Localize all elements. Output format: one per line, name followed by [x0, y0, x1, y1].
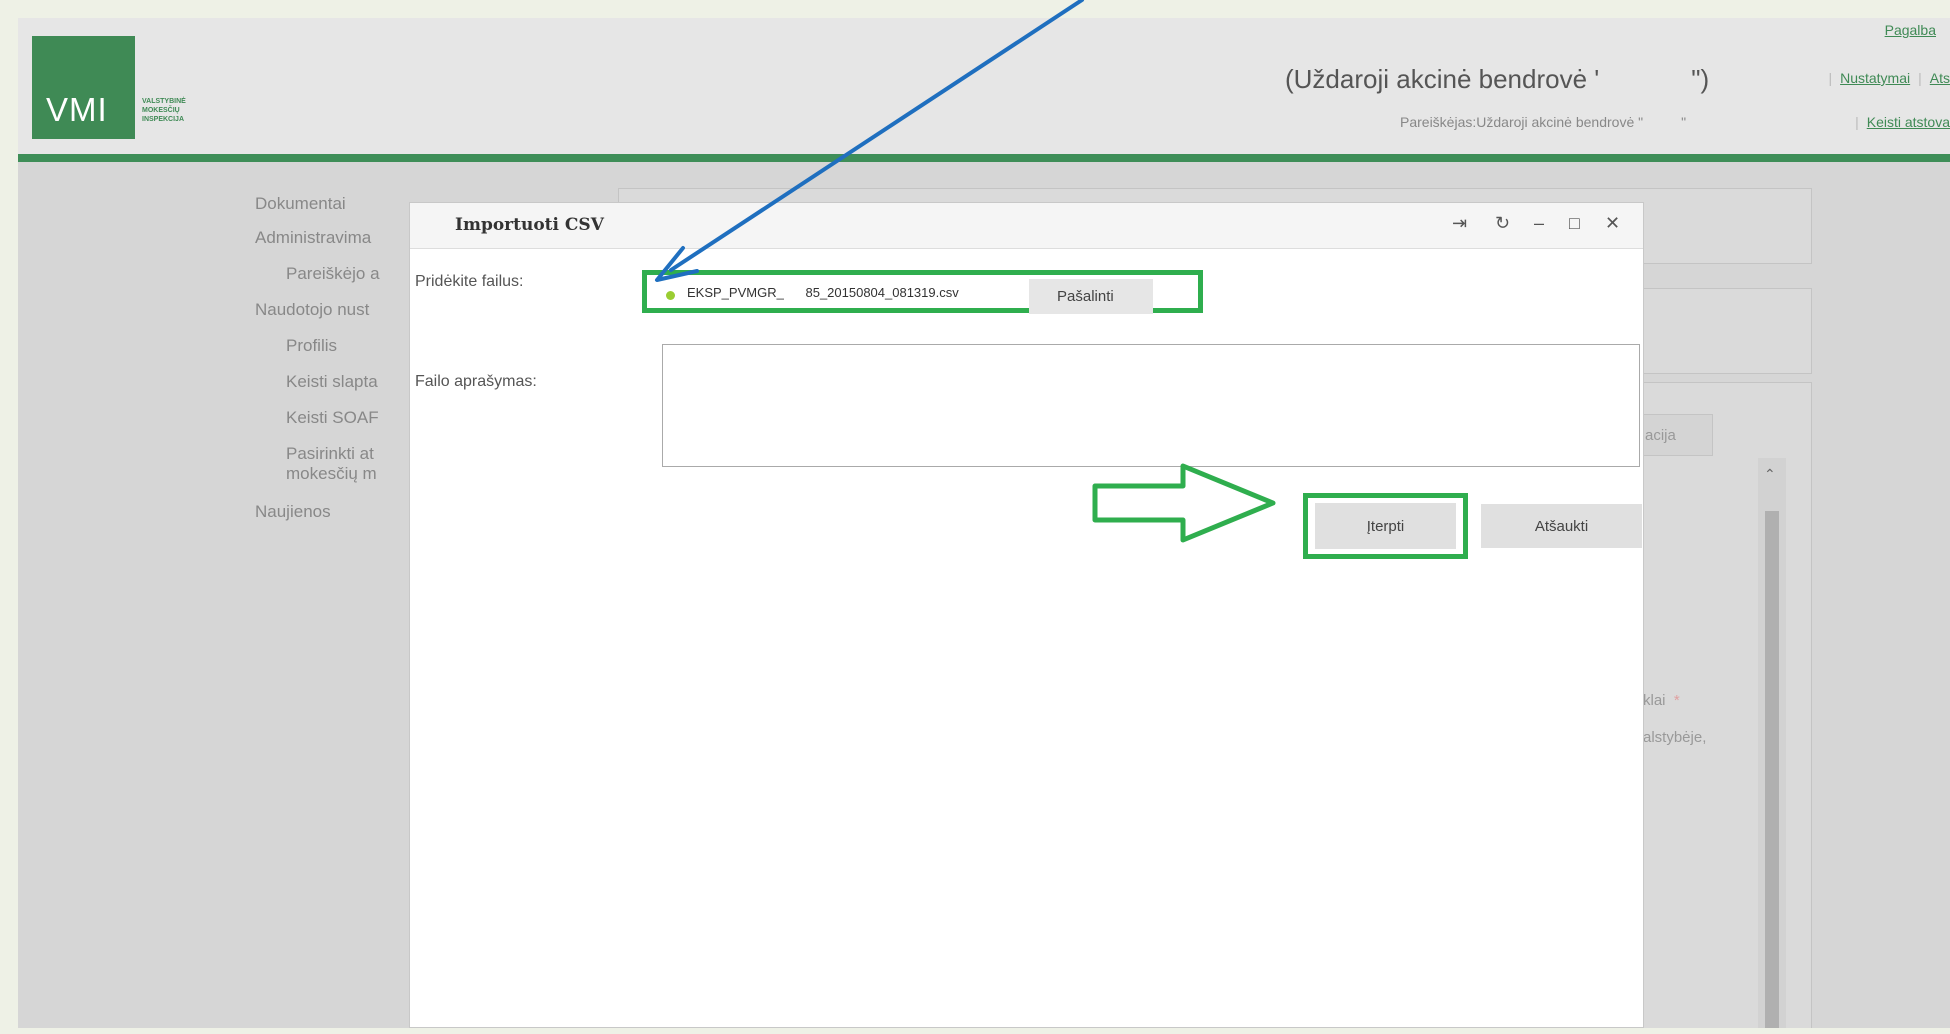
annotation-pointer-arrow: [669, 0, 1084, 272]
annotation-overlay: [655, 0, 1276, 543]
right-arrow-outline: [1092, 463, 1276, 543]
